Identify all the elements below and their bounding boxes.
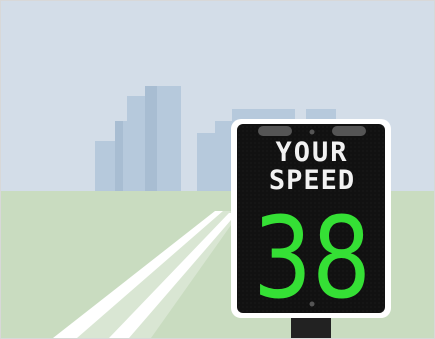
sign-line-speed: SPEED [269, 165, 355, 196]
scene-illustration: YOUR SPEED 38 [1, 1, 434, 338]
sensor-top [309, 129, 315, 135]
speed-readout: 38 [253, 194, 371, 324]
sign-line-your: YOUR [275, 137, 348, 168]
speed-sign: YOUR SPEED 38 [231, 119, 391, 324]
speed-sign-scene: YOUR SPEED 38 [0, 0, 435, 339]
